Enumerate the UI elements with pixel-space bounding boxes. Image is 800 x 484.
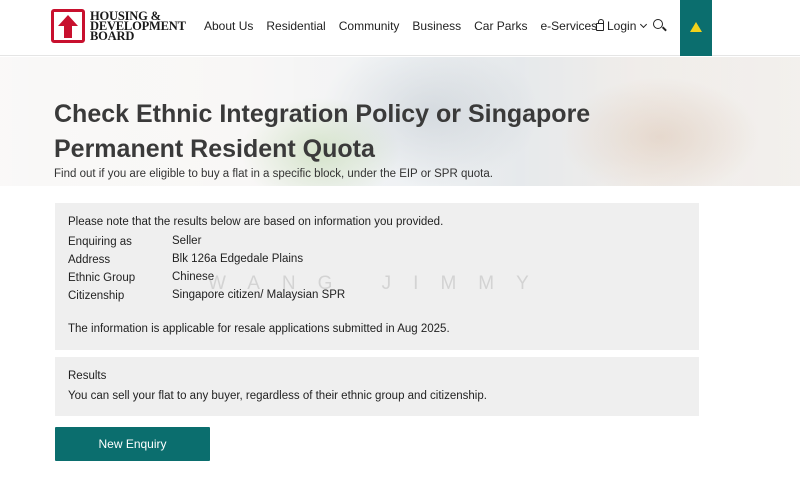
site-header: HOUSING & DEVELOPMENT BOARD About Us Res… bbox=[0, 0, 800, 56]
nav-residential[interactable]: Residential bbox=[266, 19, 325, 33]
house-logo-icon bbox=[51, 9, 85, 43]
warning-icon bbox=[690, 22, 702, 32]
results-card: Results You can sell your flat to any bu… bbox=[55, 357, 699, 416]
detail-label: Address bbox=[68, 254, 111, 266]
new-enquiry-button[interactable]: New Enquiry bbox=[55, 427, 210, 461]
nav-business[interactable]: Business bbox=[412, 19, 461, 33]
detail-value: Seller bbox=[172, 235, 202, 247]
main-nav: About Us Residential Community Business … bbox=[204, 19, 610, 33]
nav-e-services[interactable]: e-Services bbox=[540, 19, 597, 33]
hero-banner: Check Ethnic Integration Policy or Singa… bbox=[0, 57, 800, 186]
alert-button[interactable] bbox=[680, 0, 712, 56]
page-title: Check Ethnic Integration Policy or Singa… bbox=[54, 100, 591, 163]
info-note: Please note that the results below are b… bbox=[68, 216, 444, 228]
results-title: Results bbox=[68, 370, 107, 382]
detail-label: Citizenship bbox=[68, 290, 125, 302]
lock-icon bbox=[596, 19, 604, 31]
page-subtitle: Find out if you are eligible to buy a fl… bbox=[54, 168, 493, 180]
detail-label: Enquiring as bbox=[68, 236, 132, 248]
search-icon[interactable] bbox=[653, 19, 663, 29]
hdb-logo[interactable]: HOUSING & DEVELOPMENT BOARD bbox=[51, 9, 186, 43]
watermark: WANG JIMMY bbox=[208, 273, 551, 294]
applicable-note: The information is applicable for resale… bbox=[68, 323, 450, 335]
detail-value: Blk 126a Edgedale Plains bbox=[172, 253, 304, 265]
logo-text: HOUSING & DEVELOPMENT BOARD bbox=[90, 10, 186, 43]
login-label: Login bbox=[607, 19, 637, 33]
login-button[interactable]: Login bbox=[596, 19, 648, 33]
nav-community[interactable]: Community bbox=[339, 19, 400, 33]
detail-label: Ethnic Group bbox=[68, 272, 136, 284]
results-text: You can sell your flat to any buyer, reg… bbox=[68, 390, 487, 402]
chevron-down-icon bbox=[640, 20, 648, 28]
nav-car-parks[interactable]: Car Parks bbox=[474, 19, 527, 33]
nav-about-us[interactable]: About Us bbox=[204, 19, 253, 33]
